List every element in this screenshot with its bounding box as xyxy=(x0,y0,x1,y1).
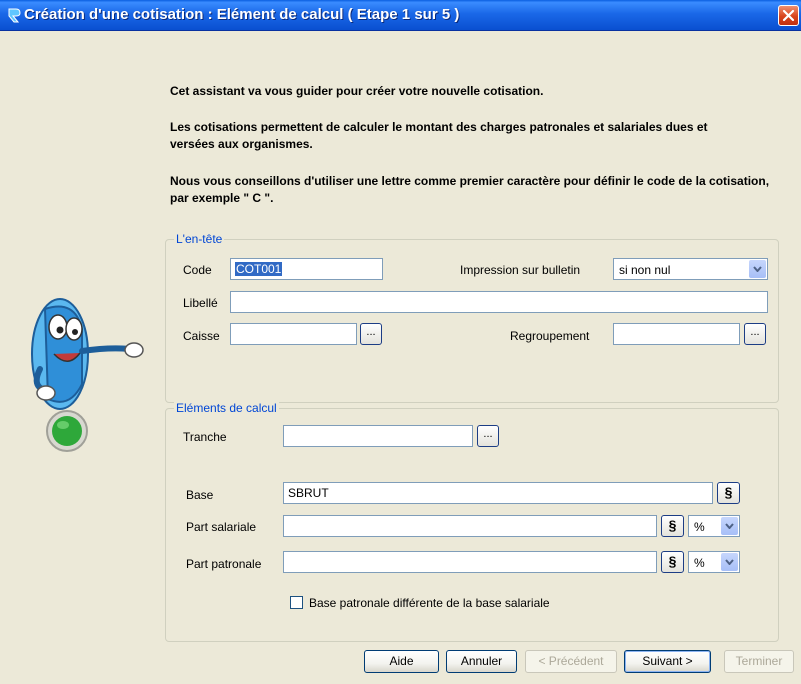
base-label: Base xyxy=(186,488,214,502)
close-button[interactable] xyxy=(778,5,799,26)
terminer-button[interactable]: Terminer xyxy=(724,650,794,673)
part-patronale-unit-select[interactable]: % xyxy=(688,551,740,573)
part-salariale-input[interactable] xyxy=(283,515,657,537)
intro-text-2: Les cotisations permettent de calculer l… xyxy=(170,120,708,151)
code-value: COT001 xyxy=(235,262,283,276)
title-bar[interactable]: Création d'une cotisation : Elément de c… xyxy=(0,0,801,31)
base-patronale-checkbox[interactable] xyxy=(290,596,303,609)
part-salariale-section-button[interactable]: § xyxy=(661,515,684,537)
base-patronale-checkbox-label[interactable]: Base patronale différente de la base sal… xyxy=(309,596,550,610)
close-icon xyxy=(782,9,795,22)
wizard-content: Cet assistant va vous guider pour créer … xyxy=(0,31,801,684)
calcul-legend: Eléments de calcul xyxy=(174,401,279,415)
base-input[interactable]: SBRUT xyxy=(283,482,713,504)
intro-text-1: Cet assistant va vous guider pour créer … xyxy=(170,84,544,98)
tranche-input[interactable] xyxy=(283,425,473,447)
annuler-button[interactable]: Annuler xyxy=(446,650,517,673)
part-salariale-label: Part salariale xyxy=(186,520,257,534)
entete-legend: L'en-tête xyxy=(174,232,225,246)
wizard-window: Création d'une cotisation : Elément de c… xyxy=(0,0,801,684)
regroupement-browse-button[interactable]: ... xyxy=(744,323,766,345)
window-title: Création d'une cotisation : Elément de c… xyxy=(24,6,460,23)
impression-select[interactable]: si non nul xyxy=(613,258,768,280)
app-icon xyxy=(8,8,21,23)
part-patronale-section-button[interactable]: § xyxy=(661,551,684,573)
intro-text-3: Nous vous conseillons d'utiliser une let… xyxy=(170,174,770,205)
mascot-illustration xyxy=(31,298,144,452)
part-patronale-label: Part patronale xyxy=(186,557,262,571)
libelle-label: Libellé xyxy=(183,296,218,310)
impression-value: si non nul xyxy=(619,263,671,277)
part-patronale-unit: % xyxy=(694,556,705,570)
aide-button[interactable]: Aide xyxy=(364,650,439,673)
code-input[interactable]: COT001 xyxy=(230,258,383,280)
caisse-browse-button[interactable]: ... xyxy=(360,323,382,345)
tranche-browse-button[interactable]: ... xyxy=(477,425,499,447)
part-patronale-input[interactable] xyxy=(283,551,657,573)
part-salariale-unit: % xyxy=(694,520,705,534)
suivant-button[interactable]: Suivant > xyxy=(624,650,711,673)
libelle-input[interactable] xyxy=(230,291,768,313)
precedent-button[interactable]: < Précédent xyxy=(525,650,617,673)
part-salariale-unit-select[interactable]: % xyxy=(688,515,740,537)
regroupement-label: Regroupement xyxy=(510,329,590,343)
tranche-label: Tranche xyxy=(183,430,227,444)
chevron-down-icon[interactable] xyxy=(721,517,738,535)
caisse-label: Caisse xyxy=(183,329,220,343)
caisse-input[interactable] xyxy=(230,323,357,345)
code-label: Code xyxy=(183,263,212,277)
regroupement-input[interactable] xyxy=(613,323,740,345)
impression-label: Impression sur bulletin xyxy=(460,263,581,277)
chevron-down-icon[interactable] xyxy=(721,553,738,571)
base-section-button[interactable]: § xyxy=(717,482,740,504)
chevron-down-icon[interactable] xyxy=(749,260,766,278)
